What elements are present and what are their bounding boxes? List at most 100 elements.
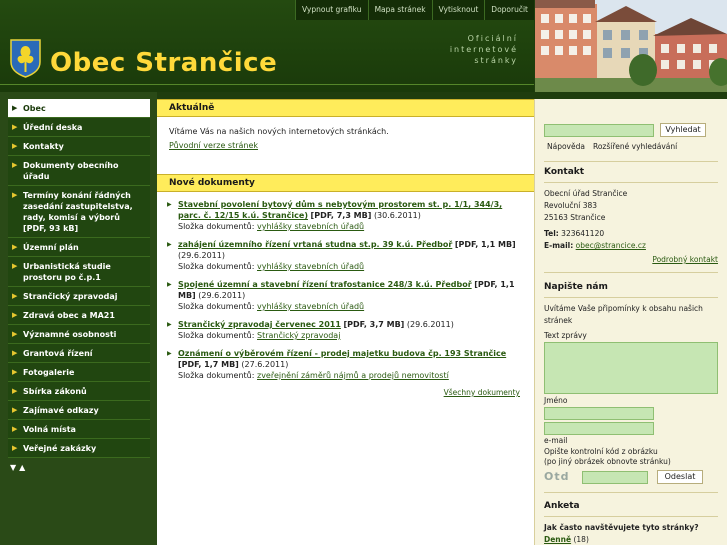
- menu-item[interactable]: ▶ Kontakty: [8, 137, 150, 156]
- name-label: Jméno: [544, 396, 568, 405]
- detailed-contact-link[interactable]: Podrobný kontakt: [652, 255, 718, 264]
- document-title-link[interactable]: Spojené územní a stavební řízení trafost…: [178, 280, 472, 289]
- advanced-search-link[interactable]: Rozšířené vyhledávání: [593, 141, 677, 153]
- poll-count: (18): [573, 535, 589, 544]
- search-button[interactable]: Vyhledat: [660, 123, 706, 137]
- captcha-image: Otd: [544, 470, 570, 483]
- menu-item[interactable]: ▶ Veřejné zakázky: [8, 439, 150, 458]
- menu-item[interactable]: ▶ Grantová řízení: [8, 344, 150, 363]
- document-body: Spojené územní a stavební řízení trafost…: [178, 279, 524, 312]
- menu-toggle-controls: ▼ ▲: [10, 463, 150, 472]
- top-navigation: Vypnout grafiku Mapa stránek Vytisknout …: [294, 0, 534, 20]
- write-us-title: Napište nám: [544, 282, 608, 292]
- menu-item[interactable]: ▶ Úřední deska: [8, 118, 150, 137]
- menu-arrow-icon: ▶: [12, 330, 18, 338]
- coat-of-arms-icon[interactable]: [9, 38, 42, 78]
- menu-item[interactable]: ▶ Zajímavé odkazy: [8, 401, 150, 420]
- menu-item[interactable]: ▶ Volná místa: [8, 420, 150, 439]
- site-header: Vypnout grafiku Mapa stránek Vytisknout …: [0, 0, 727, 92]
- menu-item[interactable]: ▶ Zdravá obec a MA21: [8, 306, 150, 325]
- document-folder-link[interactable]: vyhlášky stavebních úřadů: [257, 262, 364, 271]
- email-label: E-mail:: [544, 241, 574, 250]
- document-folder-link[interactable]: Strančický zpravodaj: [257, 331, 340, 340]
- topnav-print[interactable]: Vytisknout: [431, 0, 485, 20]
- name-input[interactable]: [544, 407, 654, 420]
- contact-line: Revoluční 383: [544, 201, 598, 210]
- email-input[interactable]: [544, 422, 654, 435]
- menu-item-label: Sbírka zákonů: [23, 387, 87, 396]
- menu-item-label: Kontakty: [23, 142, 64, 151]
- menu-item-label: Veřejné zakázky: [23, 444, 97, 453]
- document-arrow-icon: ▶: [167, 281, 172, 288]
- menu-arrow-icon: ▶: [12, 142, 18, 150]
- document-folder-label: Složka dokumentů:: [178, 331, 255, 340]
- all-documents-link[interactable]: Všechny dokumenty: [444, 388, 520, 397]
- menu-arrow-icon: ▶: [12, 349, 18, 357]
- send-button[interactable]: Odeslat: [657, 470, 703, 484]
- site-title[interactable]: Obec Strančice: [50, 48, 277, 78]
- document-title-link[interactable]: zahájení územního řízení vrtaná studna s…: [178, 240, 452, 249]
- menu-arrow-icon: ▶: [12, 104, 18, 112]
- menu-arrow-icon: ▶: [12, 292, 18, 300]
- document-folder-label: Složka dokumentů:: [178, 302, 255, 311]
- document-body: Oznámení o výběrovém řízení - prodej maj…: [178, 348, 524, 381]
- menu-arrow-icon: ▶: [12, 387, 18, 395]
- document-folder-link[interactable]: vyhlášky stavebních úřadů: [257, 302, 364, 311]
- contact-title: Kontakt: [544, 167, 585, 177]
- menu-item-label: Dokumenty obecního úřadu: [23, 161, 119, 181]
- topnav-recommend[interactable]: Doporučit: [484, 0, 534, 20]
- menu-item-label: Grantová řízení: [23, 349, 93, 358]
- menu-item[interactable]: ▶ Významné osobnosti: [8, 325, 150, 344]
- email-link[interactable]: obec@strancice.cz: [576, 241, 646, 250]
- menu-arrow-icon: ▶: [12, 311, 18, 319]
- menu-item-label: Zajímavé odkazy: [23, 406, 99, 415]
- message-textarea[interactable]: [544, 342, 718, 394]
- document-item: ▶ Spojené územní a stavební řízení trafos…: [167, 279, 524, 312]
- document-title-link[interactable]: Strančický zpravodaj červenec 2011: [178, 320, 341, 329]
- contact-address: Obecní úřad Strančice Revoluční 383 2516…: [544, 188, 718, 266]
- menu-arrow-icon: ▶: [12, 444, 18, 452]
- menu-item[interactable]: ▶ Sbírka zákonů: [8, 382, 150, 401]
- search-help-link[interactable]: Nápověda: [547, 141, 585, 153]
- menu-item[interactable]: ▶ Obec: [8, 99, 150, 118]
- document-body: Stavební povolení bytový dům s nebytovým…: [178, 199, 524, 232]
- menu-item-label: Fotogalerie: [23, 368, 75, 377]
- contact-line: Obecní úřad Strančice: [544, 189, 628, 198]
- menu-item-label: Termíny konání řádných zasedání zastupit…: [23, 191, 133, 233]
- collapse-all-icon[interactable]: ▲: [19, 463, 25, 472]
- document-date: (27.6.2011): [241, 360, 289, 369]
- menu-item[interactable]: ▶ Urbanistická studie prostoru po č.p.1: [8, 257, 150, 287]
- menu-arrow-icon: ▶: [12, 191, 18, 199]
- document-item: ▶ Oznámení o výběrovém řízení - prodej ma…: [167, 348, 524, 381]
- welcome-box: Vítáme Vás na našich nových internetovýc…: [157, 117, 534, 153]
- menu-item-label: Strančický zpravodaj: [23, 292, 118, 301]
- menu-item-label: Obec: [23, 104, 46, 113]
- expand-all-icon[interactable]: ▼: [10, 463, 16, 472]
- menu-item[interactable]: ▶ Dokumenty obecního úřadu: [8, 156, 150, 186]
- menu-item[interactable]: ▶ Strančický zpravodaj: [8, 287, 150, 306]
- poll-option[interactable]: Denně: [544, 535, 571, 544]
- menu-item-label: Územní plán: [23, 243, 79, 252]
- document-title-link[interactable]: Oznámení o výběrovém řízení - prodej maj…: [178, 349, 506, 358]
- document-folder-link[interactable]: vyhlášky stavebních úřadů: [257, 222, 364, 231]
- captcha-input[interactable]: [582, 470, 648, 484]
- document-folder-link[interactable]: zveřejnění záměrů nájmů a prodejů nemovi…: [257, 371, 449, 380]
- menu-item[interactable]: ▶ Fotogalerie: [8, 363, 150, 382]
- document-date: (29.6.2011): [406, 320, 454, 329]
- slogan-line: stránky: [474, 56, 518, 65]
- write-us-intro: Uvítáme Vaše připomínky k obsahu našich …: [544, 304, 703, 325]
- document-body: Strančický zpravodaj červenec 2011 [PDF,…: [178, 319, 454, 341]
- menu-item[interactable]: ▶ Územní plán: [8, 238, 150, 257]
- document-folder-label: Složka dokumentů:: [178, 371, 255, 380]
- document-meta: [PDF, 7,3 MB]: [310, 211, 372, 220]
- topnav-disable-graphics[interactable]: Vypnout grafiku: [294, 0, 368, 20]
- town-photo: [535, 0, 727, 92]
- original-version-link[interactable]: Původní verze stránek: [169, 141, 258, 150]
- menu-item[interactable]: ▶ Termíny konání řádných zasedání zastupi…: [8, 186, 150, 238]
- captcha-label: Opište kontrolní kód z obrázku: [544, 447, 658, 456]
- divider: [544, 492, 718, 493]
- topnav-sitemap[interactable]: Mapa stránek: [367, 0, 432, 20]
- slogan-line: Oficiální: [467, 34, 518, 43]
- search-input[interactable]: [544, 123, 654, 137]
- main-content: Aktuálně Vítáme Vás na našich nových int…: [157, 99, 534, 545]
